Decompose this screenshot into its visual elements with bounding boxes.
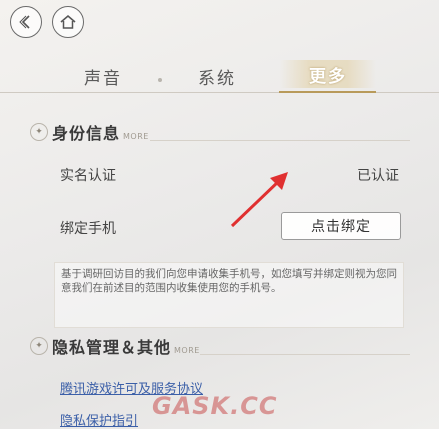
realname-status: 已认证	[357, 168, 399, 184]
identity-section-subtitle: MORE	[123, 132, 149, 141]
back-icon	[19, 15, 30, 29]
section-divider	[200, 354, 410, 355]
privacy-section-title: 隐私管理＆其他	[52, 338, 172, 357]
section-divider	[150, 140, 410, 141]
phone-collection-notice: 基于调研回访目的我们向您申请收集手机号，如您填写并绑定则视为您同意我们在前述目的…	[54, 262, 404, 328]
home-icon	[60, 14, 76, 29]
privacy-section-subtitle: MORE	[174, 346, 200, 355]
identity-section-header: ✦ 身份信息 MORE	[30, 120, 149, 144]
privacy-guide-link[interactable]: 隐私保护指引	[60, 410, 138, 429]
annotation-arrow-icon	[230, 172, 288, 228]
tab-more-label: 更多	[309, 66, 347, 87]
top-bar	[0, 0, 439, 48]
home-button[interactable]	[52, 6, 84, 38]
tab-sound[interactable]: 声音	[84, 64, 122, 89]
identity-section-title: 身份信息	[52, 124, 121, 143]
section-badge-icon: ✦	[30, 123, 48, 141]
phone-label: 绑定手机	[60, 221, 116, 237]
bind-phone-button[interactable]: 点击绑定	[281, 212, 401, 240]
back-button[interactable]	[10, 6, 42, 38]
realname-label: 实名认证	[60, 168, 116, 184]
section-badge-icon: ✦	[30, 337, 48, 355]
tab-active-indicator	[279, 91, 376, 93]
privacy-section-header: ✦ 隐私管理＆其他 MORE	[30, 334, 200, 358]
tab-more[interactable]: 更多	[280, 60, 376, 88]
tab-system[interactable]: 系统	[198, 64, 236, 89]
watermark: GASK.CC	[152, 392, 278, 420]
tab-separator	[158, 78, 162, 82]
bind-phone-button-label: 点击绑定	[311, 219, 371, 235]
